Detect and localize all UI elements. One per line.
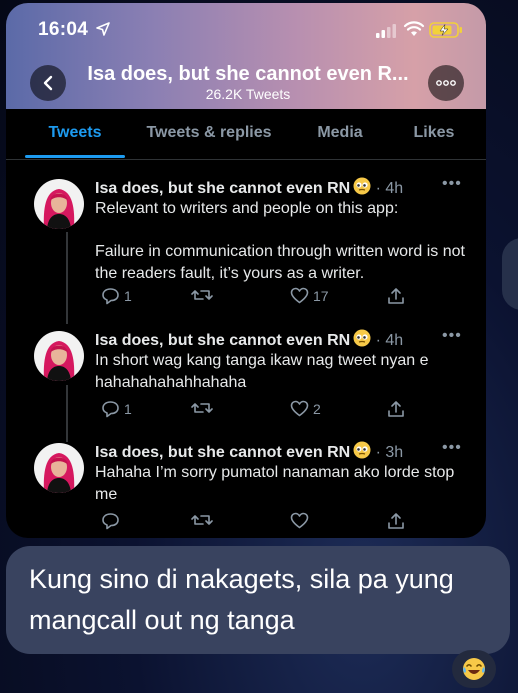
tweet-actions: 1 17	[95, 287, 455, 307]
tweet-screenshot: 16:04 Isa does, but she cannot even R...…	[6, 3, 486, 538]
tweet-actions	[95, 512, 455, 532]
heart-icon	[290, 512, 309, 529]
reply-icon	[102, 401, 119, 418]
wifi-icon	[403, 21, 425, 36]
avatar[interactable]	[34, 443, 84, 493]
heart-icon	[290, 400, 309, 417]
tweet-time: · 3h	[375, 444, 404, 461]
share-button[interactable]	[387, 512, 405, 530]
profile-tabs: Tweets Tweets & replies Media Likes	[6, 109, 486, 160]
more-options-button[interactable]	[428, 65, 464, 101]
active-tab-indicator	[25, 155, 125, 158]
tweet-text: In short wag kang tanga ikaw nag tweet n…	[95, 352, 429, 391]
tab-likes[interactable]: Likes	[398, 109, 470, 159]
reply-icon	[102, 288, 119, 305]
like-count: 17	[313, 287, 329, 304]
reply-count: 1	[124, 288, 132, 304]
tweet-more-icon[interactable]: •••	[442, 439, 462, 457]
share-button[interactable]	[387, 400, 405, 418]
tweet-time: · 4h	[375, 332, 404, 349]
reply-count: 1	[124, 401, 132, 417]
retweet-button[interactable]	[191, 512, 217, 528]
reply-button[interactable]: 1	[101, 400, 132, 418]
retweet-icon	[191, 290, 213, 300]
tweet-count: 26.2K Tweets	[205, 86, 291, 102]
retweet-icon	[191, 403, 213, 413]
status-time: 16:04	[38, 19, 89, 40]
tweet-actions: 1 2	[95, 400, 455, 420]
tweet-time: · 4h	[375, 180, 404, 197]
adjacent-message-bubble	[502, 238, 518, 310]
share-icon	[388, 401, 404, 417]
back-arrow-icon	[43, 75, 53, 91]
reply-button[interactable]	[101, 512, 124, 530]
tweet-author-line: Isa does, but she cannot even RN · 4h	[95, 329, 403, 352]
like-button[interactable]: 2	[290, 400, 321, 417]
tweet-author[interactable]: Isa does, but she cannot even RN	[95, 180, 350, 197]
tab-media[interactable]: Media	[296, 109, 384, 159]
thread-line	[66, 385, 68, 442]
like-button[interactable]: 17	[290, 287, 329, 304]
avatar[interactable]	[34, 331, 84, 381]
back-button[interactable]	[30, 65, 66, 101]
avatar[interactable]	[34, 179, 84, 229]
reply-button[interactable]: 1	[101, 287, 132, 305]
thread-line	[66, 232, 68, 324]
status-bar: 16:04	[6, 19, 486, 47]
retweet-button[interactable]	[191, 287, 217, 303]
tweet-text: Hahaha I’m sorry pumatol nanaman ako lor…	[95, 464, 455, 503]
share-icon	[388, 288, 404, 304]
location-arrow-icon	[96, 22, 110, 36]
tweet-more-icon[interactable]: •••	[442, 327, 462, 345]
eyes-emoji-icon	[353, 329, 371, 352]
like-count: 2	[313, 400, 321, 417]
retweet-button[interactable]	[191, 400, 217, 416]
tweet-text: Relevant to writers and people on this a…	[95, 200, 465, 282]
heart-icon	[290, 287, 309, 304]
tab-tweets-and-replies[interactable]: Tweets & replies	[134, 109, 284, 159]
like-button[interactable]	[290, 512, 313, 529]
cellular-signal-icon	[376, 24, 396, 38]
retweet-icon	[191, 515, 213, 525]
tweet-author-line: Isa does, but she cannot even RN · 4h	[95, 177, 403, 200]
eyes-emoji-icon	[353, 177, 371, 200]
eyes-emoji-icon	[353, 441, 371, 464]
tweet-author-line: Isa does, but she cannot even RN · 3h	[95, 441, 403, 464]
profile-title: Isa does, but she cannot even R...	[87, 63, 409, 85]
tears-of-joy-emoji-icon	[463, 658, 485, 680]
share-button[interactable]	[387, 287, 405, 305]
message-reaction[interactable]	[452, 650, 496, 688]
battery-charging-icon	[429, 22, 462, 38]
tab-tweets[interactable]: Tweets	[25, 109, 125, 159]
tweet-author[interactable]: Isa does, but she cannot even RN	[95, 444, 350, 461]
tweet-author[interactable]: Isa does, but she cannot even RN	[95, 332, 350, 349]
reply-icon	[102, 513, 119, 530]
chat-message-bubble[interactable]: Kung sino di nakagets, sila pa yung mang…	[6, 546, 510, 654]
chat-message-text: Kung sino di nakagets, sila pa yung mang…	[29, 564, 454, 635]
tweet-more-icon[interactable]: •••	[442, 175, 462, 193]
share-icon	[388, 513, 404, 529]
more-dots-icon	[436, 80, 456, 86]
